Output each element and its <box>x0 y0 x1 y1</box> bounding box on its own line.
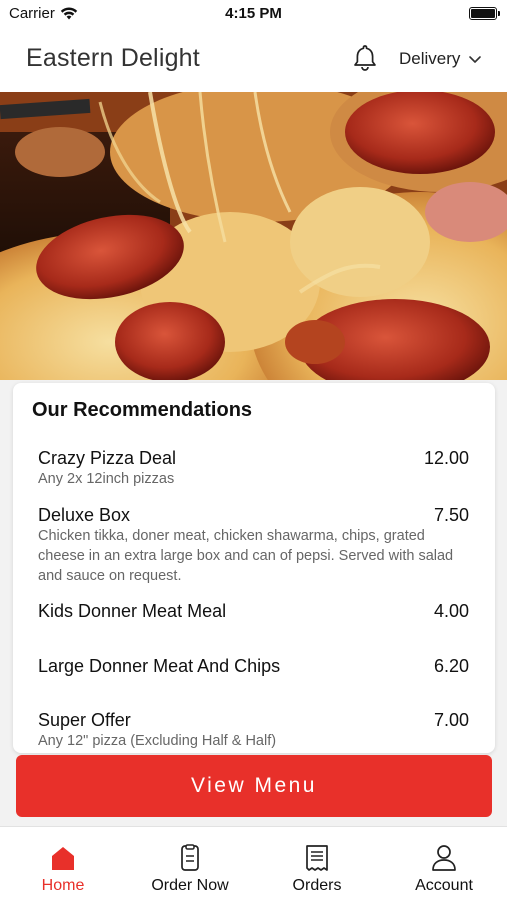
view-menu-button[interactable]: View Menu <box>16 755 492 817</box>
item-name: Crazy Pizza Deal <box>38 448 177 468</box>
item-description: Chicken tikka, doner meat, chicken shawa… <box>38 528 454 584</box>
receipt-icon <box>306 845 328 871</box>
item-name: Large Donner Meat And Chips <box>38 656 281 676</box>
item-price: 6.20 <box>433 656 469 676</box>
bell-icon[interactable] <box>350 43 380 73</box>
recommendations-card: Our Recommendations Crazy Pizza Deal 12.… <box>13 383 495 753</box>
order-icon <box>181 844 199 871</box>
tab-bar: Home Order Now Orders Account <box>0 826 507 900</box>
list-item[interactable]: Deluxe Box 7.50 Chicken tikka, doner mea… <box>38 504 469 586</box>
home-icon <box>52 847 74 870</box>
delivery-selector[interactable]: Delivery <box>399 49 482 69</box>
tab-label: Orders <box>292 877 342 894</box>
item-price: 4.00 <box>433 601 469 621</box>
item-price: 12.00 <box>423 448 469 468</box>
item-name: Super Offer <box>38 710 131 730</box>
person-icon <box>432 845 456 871</box>
tab-label: Account <box>415 877 473 894</box>
item-name: Deluxe Box <box>38 505 131 525</box>
app-header: Eastern Delight Delivery <box>0 28 507 92</box>
battery-icon <box>469 7 500 20</box>
tab-label: Home <box>41 877 85 894</box>
recommendations-title: Our Recommendations <box>32 399 253 421</box>
tab-order-now[interactable]: Order Now <box>127 827 253 900</box>
list-item[interactable]: Large Donner Meat And Chips 6.20 <box>38 655 469 677</box>
item-price: 7.00 <box>433 710 469 730</box>
item-description: Any 2x 12inch pizzas <box>38 471 175 487</box>
tab-home[interactable]: Home <box>0 827 126 900</box>
status-time: 4:15 PM <box>225 5 282 22</box>
tab-account[interactable]: Account <box>381 827 507 900</box>
list-item[interactable]: Kids Donner Meat Meal 4.00 <box>38 600 469 622</box>
app-title: Eastern Delight <box>26 44 200 72</box>
list-item[interactable]: Crazy Pizza Deal 12.00 Any 2x 12inch piz… <box>38 447 469 489</box>
chevron-down-icon <box>469 55 482 63</box>
tab-orders[interactable]: Orders <box>254 827 380 900</box>
tab-label: Order Now <box>151 877 229 894</box>
item-name: Kids Donner Meat Meal <box>38 601 227 621</box>
delivery-label: Delivery <box>399 49 461 68</box>
hero-image <box>0 92 507 380</box>
pizza-photo <box>0 92 507 380</box>
item-description: Any 12" pizza (Excluding Half & Half) <box>38 733 277 749</box>
status-bar: Carrier 4:15 PM <box>0 0 507 28</box>
item-price: 7.50 <box>433 505 469 525</box>
list-item[interactable]: Super Offer 7.00 Any 12" pizza (Excludin… <box>38 709 469 751</box>
